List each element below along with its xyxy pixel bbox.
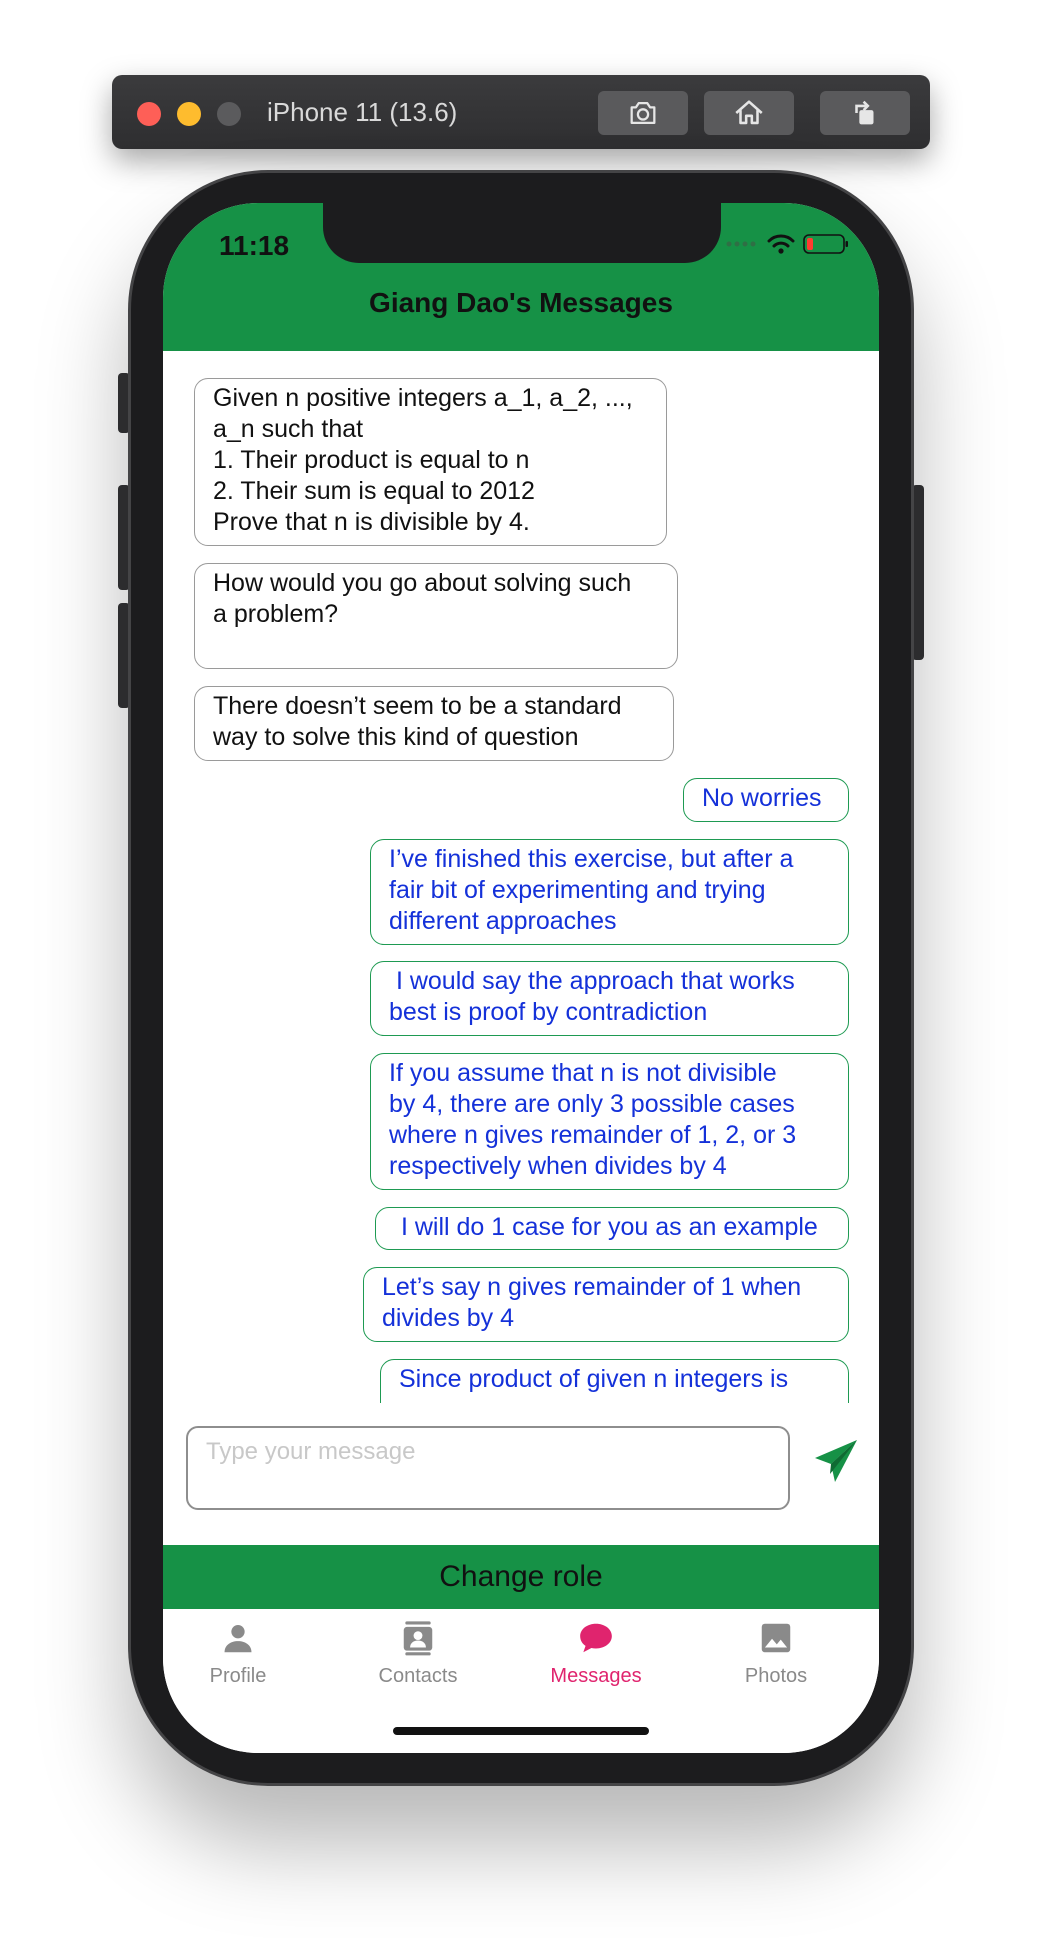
tab-photos[interactable]: Photos <box>701 1619 851 1688</box>
photo-icon <box>761 1623 791 1653</box>
chat-bubble-icon <box>580 1623 612 1653</box>
home-button[interactable] <box>704 91 794 135</box>
outgoing-message: No worries <box>683 778 849 822</box>
close-window-button[interactable] <box>137 102 161 126</box>
tab-label-profile: Profile <box>209 1665 267 1687</box>
battery-icon <box>803 234 848 254</box>
camera-icon <box>630 101 656 125</box>
send-icon <box>815 1440 857 1482</box>
change-role-button[interactable]: Change role <box>163 1545 879 1609</box>
contacts-icon <box>403 1621 433 1656</box>
home-icon <box>735 100 763 125</box>
rotate-button[interactable] <box>820 91 910 135</box>
simulator-title-bar: iPhone 11 (13.6) <box>112 75 930 149</box>
incoming-message: How would you go about solving such a pr… <box>194 563 678 669</box>
app-header: 11:18 Giang Dao's Messages <box>163 203 879 351</box>
outgoing-message: If you assume that n is not divisible by… <box>370 1053 849 1190</box>
minimize-window-button[interactable] <box>177 102 201 126</box>
outgoing-message: Let’s say n gives remainder of 1 when di… <box>363 1267 849 1342</box>
home-indicator <box>393 1727 649 1735</box>
screenshot-button[interactable] <box>598 91 688 135</box>
simulator-title: iPhone 11 (13.6) <box>267 97 458 127</box>
tab-label-photos: Photos <box>744 1665 808 1687</box>
incoming-message: Given n positive integers a_1, a_2, ...,… <box>194 378 667 546</box>
send-button[interactable] <box>811 1436 861 1486</box>
status-icons <box>725 233 849 255</box>
page-title: Giang Dao's Messages <box>369 287 673 318</box>
tab-label-messages: Messages <box>550 1665 642 1687</box>
outgoing-message: I’ve finished this exercise, but after a… <box>370 839 849 945</box>
incoming-message: There doesn’t seem to be a standard way … <box>194 686 674 761</box>
person-icon <box>224 1625 252 1653</box>
outgoing-message: I will do 1 case for you as an example <box>375 1207 849 1250</box>
tab-profile[interactable]: Profile <box>163 1619 313 1688</box>
composer-bar <box>163 1403 879 1545</box>
tab-contacts[interactable]: Contacts <box>343 1619 493 1688</box>
status-time: 11:18 <box>219 230 290 261</box>
rotate-icon <box>855 100 874 125</box>
phone-screen: 11:18 Giang Dao's Messages Given n posit… <box>163 203 879 1753</box>
outgoing-message: Since product of given n integers is <box>380 1359 849 1403</box>
wifi-icon <box>767 234 795 254</box>
message-input[interactable] <box>186 1426 790 1510</box>
tab-label-contacts: Contacts <box>378 1665 458 1687</box>
message-list[interactable]: Given n positive integers a_1, a_2, ...,… <box>163 351 879 1403</box>
outgoing-message: I would say the approach that works best… <box>370 961 849 1036</box>
zoom-window-button[interactable] <box>217 102 241 126</box>
tab-messages[interactable]: Messages <box>521 1619 671 1688</box>
notch <box>323 203 721 263</box>
signal-icon <box>726 241 756 247</box>
